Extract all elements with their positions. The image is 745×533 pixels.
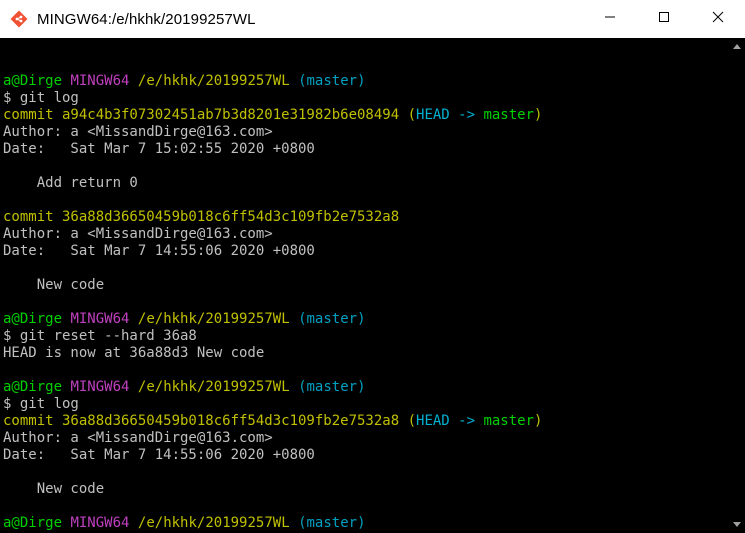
commit-decor-open: ( bbox=[399, 413, 417, 429]
maximize-button[interactable] bbox=[637, 0, 691, 38]
terminal-line: $ git log bbox=[3, 396, 729, 413]
terminal-line: HEAD is now at 36a88d3 New code bbox=[3, 345, 729, 362]
vertical-scrollbar[interactable] bbox=[729, 38, 745, 533]
terminal-line: Author: a <MissandDirge@163.com> bbox=[3, 226, 729, 243]
prompt-branch: (master) bbox=[298, 379, 366, 395]
prompt-path: /e/hkhk/20199257WL bbox=[137, 515, 290, 531]
output-text: Date: Sat Mar 7 14:55:06 2020 +0800 bbox=[3, 447, 315, 463]
head-ref: HEAD -> bbox=[416, 107, 484, 123]
maximize-icon bbox=[658, 10, 670, 28]
output-text: New code bbox=[3, 481, 105, 497]
output-text: Author: a <MissandDirge@163.com> bbox=[3, 430, 273, 446]
terminal-line: commit 36a88d36650459b018c6ff54d3c109fb2… bbox=[3, 209, 729, 226]
terminal-line: $ git log bbox=[3, 90, 729, 107]
prompt-branch: (master) bbox=[298, 515, 366, 531]
terminal-line: $ git reset --hard 36a8 bbox=[3, 328, 729, 345]
prompt-env: MINGW64 bbox=[70, 311, 130, 327]
output-text: Add return 0 bbox=[3, 175, 138, 191]
output-text: Author: a <MissandDirge@163.com> bbox=[3, 226, 273, 242]
prompt-path: /e/hkhk/20199257WL bbox=[137, 379, 290, 395]
terminal-line: commit a94c4b3f07302451ab7b3d8201e31982b… bbox=[3, 107, 729, 124]
head-ref: HEAD -> bbox=[416, 413, 484, 429]
git-bash-icon bbox=[10, 10, 28, 28]
terminal-line: a@Dirge MINGW64 /e/hkhk/20199257WL (mast… bbox=[3, 379, 729, 396]
commit-decor-close: ) bbox=[534, 107, 543, 123]
branch-ref: master bbox=[483, 413, 535, 429]
prompt-path: /e/hkhk/20199257WL bbox=[137, 73, 290, 89]
scroll-up-icon[interactable] bbox=[733, 44, 741, 49]
prompt-user: a@Dirge bbox=[3, 311, 63, 327]
command-text: $ git log bbox=[3, 90, 79, 106]
terminal-line: Date: Sat Mar 7 14:55:06 2020 +0800 bbox=[3, 447, 729, 464]
window-title: MINGW64:/e/hkhk/20199257WL bbox=[37, 10, 256, 28]
prompt-branch: (master) bbox=[298, 73, 366, 89]
commit-decor-open: ( bbox=[399, 107, 417, 123]
window-controls bbox=[583, 0, 745, 38]
prompt-env: MINGW64 bbox=[70, 379, 130, 395]
terminal-line: New code bbox=[3, 277, 729, 294]
output-text: Date: Sat Mar 7 14:55:06 2020 +0800 bbox=[3, 243, 315, 259]
scroll-thumb[interactable] bbox=[734, 58, 740, 513]
terminal-output[interactable]: a@Dirge MINGW64 /e/hkhk/20199257WL (mast… bbox=[0, 38, 729, 533]
prompt-env: MINGW64 bbox=[70, 515, 130, 531]
command-text: $ git reset --hard 36a8 bbox=[3, 328, 197, 344]
output-text: New code bbox=[3, 277, 105, 293]
command-text: $ git log bbox=[3, 396, 79, 412]
prompt-user: a@Dirge bbox=[3, 379, 63, 395]
terminal-line: a@Dirge MINGW64 /e/hkhk/20199257WL (mast… bbox=[3, 73, 729, 90]
commit-hash: commit 36a88d36650459b018c6ff54d3c109fb2… bbox=[3, 209, 400, 225]
terminal-window: MINGW64:/e/hkhk/20199257WL a@Dirge MINGW… bbox=[0, 0, 745, 533]
terminal-line: a@Dirge MINGW64 /e/hkhk/20199257WL (mast… bbox=[3, 515, 729, 532]
terminal-line: commit 36a88d36650459b018c6ff54d3c109fb2… bbox=[3, 413, 729, 430]
terminal-line: Author: a <MissandDirge@163.com> bbox=[3, 430, 729, 447]
prompt-env: MINGW64 bbox=[70, 73, 130, 89]
terminal-line: Add return 0 bbox=[3, 175, 729, 192]
branch-ref: master bbox=[483, 107, 535, 123]
prompt-path: /e/hkhk/20199257WL bbox=[137, 311, 290, 327]
prompt-user: a@Dirge bbox=[3, 73, 63, 89]
terminal-line: Date: Sat Mar 7 15:02:55 2020 +0800 bbox=[3, 141, 729, 158]
minimize-button[interactable] bbox=[583, 0, 637, 38]
close-button[interactable] bbox=[691, 0, 745, 38]
commit-hash: commit a94c4b3f07302451ab7b3d8201e31982b… bbox=[3, 107, 400, 123]
title-bar[interactable]: MINGW64:/e/hkhk/20199257WL bbox=[0, 0, 745, 38]
commit-decor-close: ) bbox=[534, 413, 543, 429]
commit-hash: commit 36a88d36650459b018c6ff54d3c109fb2… bbox=[3, 413, 400, 429]
scroll-down-icon[interactable] bbox=[733, 522, 741, 527]
prompt-user: a@Dirge bbox=[3, 515, 63, 531]
output-text: Author: a <MissandDirge@163.com> bbox=[3, 124, 273, 140]
terminal-line: Date: Sat Mar 7 14:55:06 2020 +0800 bbox=[3, 243, 729, 260]
output-text: Date: Sat Mar 7 15:02:55 2020 +0800 bbox=[3, 141, 315, 157]
minimize-icon bbox=[604, 10, 616, 28]
terminal-line: a@Dirge MINGW64 /e/hkhk/20199257WL (mast… bbox=[3, 311, 729, 328]
output-text: HEAD is now at 36a88d3 New code bbox=[3, 345, 265, 361]
prompt-branch: (master) bbox=[298, 311, 366, 327]
terminal-line: New code bbox=[3, 481, 729, 498]
close-icon bbox=[712, 10, 724, 28]
terminal-line: Author: a <MissandDirge@163.com> bbox=[3, 124, 729, 141]
